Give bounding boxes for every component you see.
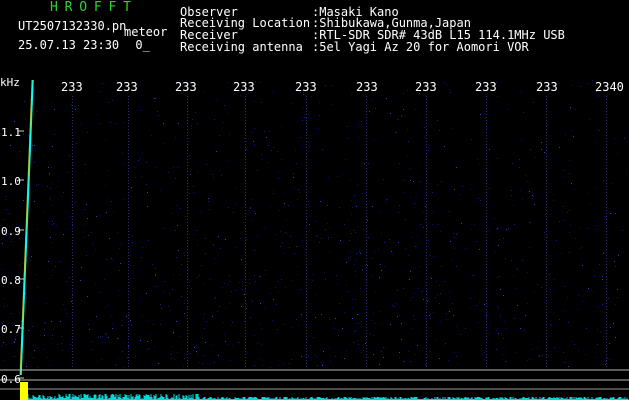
frequency-tick: 0.7 bbox=[1, 323, 21, 336]
frequency-tick: 0.8 bbox=[1, 274, 21, 287]
app-brand: HROFFT bbox=[50, 0, 138, 15]
time-tick: 233 bbox=[415, 80, 437, 94]
index-value: 0_ bbox=[135, 38, 150, 52]
time-tick: 233 bbox=[356, 80, 378, 94]
time-tick: 233 bbox=[116, 80, 138, 94]
spectrogram-plot bbox=[0, 79, 629, 400]
time-tick: 233 bbox=[536, 80, 558, 94]
tag-label: meteor bbox=[124, 25, 168, 39]
antenna-label: Receiving antenna bbox=[180, 40, 303, 54]
time-tick: 233 bbox=[61, 80, 83, 94]
time-tick: 2340 bbox=[595, 80, 624, 94]
frequency-tick: 0.6 bbox=[1, 373, 21, 386]
marker-icon bbox=[20, 382, 28, 400]
timestamp-value: 25.07.13 23:30 bbox=[18, 38, 120, 52]
time-tick: 233 bbox=[233, 80, 255, 94]
timestamp: 25.07.13 23:30 0_ bbox=[18, 39, 150, 51]
antenna-value: :5el Yagi Az 20 for Aomori VOR bbox=[312, 40, 529, 54]
time-tick: 233 bbox=[295, 80, 317, 94]
noise-field bbox=[2, 80, 627, 368]
signal-strip bbox=[21, 394, 629, 400]
tick-marks bbox=[18, 96, 607, 379]
file-name: UT2507132330.pn bbox=[18, 19, 127, 33]
frequency-unit: kHz bbox=[0, 76, 20, 89]
meteor-trace bbox=[20, 79, 34, 376]
time-tick: 233 bbox=[475, 80, 497, 94]
spectrogram-window: HROFFT UT2507132330.pn meteor 25.07.13 2… bbox=[0, 0, 629, 400]
time-tick: 233 bbox=[175, 80, 197, 94]
frequency-tick: 1.0 bbox=[1, 175, 21, 188]
frequency-tick: 1.1 bbox=[1, 126, 21, 139]
frequency-tick: 0.9 bbox=[1, 225, 21, 238]
